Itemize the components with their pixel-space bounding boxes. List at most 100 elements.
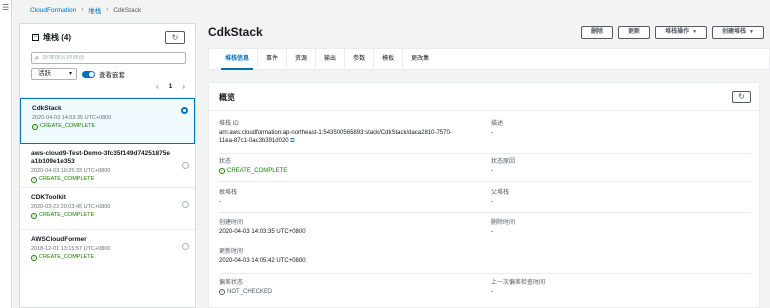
- tab-parameters[interactable]: 参数: [345, 48, 375, 70]
- success-icon: ✓: [32, 123, 38, 130]
- tab-events[interactable]: 事件: [258, 48, 288, 70]
- stack-status: ✓ CREATE_COMPLETE: [31, 176, 195, 183]
- stack-status-text: CREATE_COMPLETE: [40, 123, 96, 129]
- stack-status-text: CREATE_COMPLETE: [39, 212, 95, 218]
- previous-page-icon[interactable]: ‹: [156, 82, 159, 91]
- description-label: 描述: [491, 121, 504, 127]
- delete-button[interactable]: 删除: [581, 26, 614, 39]
- last-drift-check-value: -: [491, 289, 493, 295]
- stack-list-item[interactable]: aws-cloud9-Test-Demo-3fc35f149d74251875e…: [20, 144, 195, 188]
- refresh-overview-button[interactable]: ↻: [732, 91, 751, 103]
- stack-search-input[interactable]: [41, 55, 180, 61]
- drift-status-value: − NOT_CHECKED: [219, 288, 272, 296]
- stack-id-value[interactable]: arn:aws:cloudformation:ap-northeast-1:54…: [219, 129, 489, 145]
- caret-down-icon: ▼: [749, 29, 754, 35]
- created-time-field: 创建时间 2020-04-03 14:03:35 UTC+0800: [219, 219, 306, 236]
- page-title: CdkStack: [208, 25, 263, 39]
- overview-title: 概览: [219, 93, 235, 102]
- chevron-down-icon: ▾: [68, 71, 72, 77]
- stack-actions-dropdown[interactable]: 堆栈操作 ▼: [655, 26, 708, 39]
- external-link-icon[interactable]: ⧉: [290, 138, 294, 144]
- stacks-panel-header: − 堆栈 (4) ↻ ⌕ 活跃 ▾ 查看嵌套 ‹ 1 ›: [20, 24, 195, 98]
- chevron-right-icon: ›: [106, 7, 109, 13]
- caret-down-icon: ▼: [692, 29, 698, 35]
- stack-radio[interactable]: [182, 201, 189, 208]
- deleted-time-field: 删除时间 -: [491, 219, 515, 236]
- stacks-count-title: 堆栈 (4): [43, 33, 71, 42]
- stack-status: ✓ CREATE_COMPLETE: [31, 254, 195, 261]
- status-value-text: CREATE_COMPLETE: [227, 168, 288, 174]
- stack-detail-tabs: 堆栈信息 事件 资源 输出 参数 模板 更改集: [208, 48, 770, 70]
- refresh-icon: ↻: [171, 33, 179, 42]
- menu-icon[interactable]: ☰: [2, 4, 9, 12]
- drift-status-text: NOT_CHECKED: [227, 289, 273, 295]
- stack-actions-label: 堆栈操作: [665, 29, 690, 35]
- refresh-icon: ↻: [738, 92, 745, 101]
- updated-time-field: 更新时间 2020-04-03 14:05:42 UTC+0800: [219, 248, 306, 265]
- status-value: ✓ CREATE_COMPLETE: [219, 167, 287, 175]
- stack-name[interactable]: CDKToolkit: [31, 194, 195, 202]
- stack-id-field: 堆栈 ID arn:aws:cloudformation:ap-northeas…: [219, 120, 489, 145]
- success-icon: ✓: [31, 212, 37, 219]
- stack-list-item[interactable]: CDKToolkit 2020-03-23 20:03:45 UTC+0800 …: [20, 188, 195, 230]
- updated-time-value: 2020-04-03 14:05:42 UTC+0800: [219, 258, 306, 264]
- refresh-stacks-button[interactable]: ↻: [165, 31, 185, 44]
- stack-radio-selected[interactable]: [181, 107, 188, 114]
- status-reason-label: 状态原因: [491, 159, 516, 165]
- chevron-right-icon: ›: [81, 7, 84, 13]
- parent-stack-value: -: [491, 199, 493, 205]
- stack-status-filter[interactable]: 活跃 ▾: [31, 68, 77, 80]
- tab-outputs[interactable]: 输出: [316, 48, 346, 70]
- stacks-panel-title: − 堆栈 (4): [32, 32, 71, 43]
- stack-actions-bar: 删除 更新 堆栈操作 ▼ 创建堆栈 ▼: [581, 26, 764, 39]
- stack-name[interactable]: aws-cloud9-Test-Demo-3fc35f149d74251875e…: [31, 150, 195, 166]
- stack-name-line1: aws-cloud9-Test-Demo-3fc35f149d74251875e: [31, 150, 170, 157]
- updated-time-label: 更新时间: [219, 249, 244, 255]
- stack-name[interactable]: CdkStack: [32, 105, 194, 113]
- stack-id-line1: arn:aws:cloudformation:ap-northeast-1:54…: [219, 130, 452, 136]
- parent-stack-label: 父堆栈: [491, 190, 510, 196]
- stack-status-text: CREATE_COMPLETE: [39, 254, 95, 260]
- view-nested-label: 查看嵌套: [99, 72, 125, 79]
- create-stack-dropdown[interactable]: 创建堆栈 ▼: [712, 26, 764, 39]
- breadcrumb-stacks[interactable]: 堆栈: [88, 5, 101, 15]
- next-page-icon[interactable]: ›: [182, 82, 185, 91]
- description-field: 描述 -: [491, 120, 503, 137]
- current-page[interactable]: 1: [169, 83, 173, 90]
- tab-change-sets[interactable]: 更改集: [403, 48, 437, 70]
- update-button[interactable]: 更新: [618, 26, 651, 39]
- stack-list-item[interactable]: AWSCloudFormer 2018-12-01 13:15:57 UTC+0…: [20, 230, 195, 272]
- status-reason-field: 状态原因 -: [491, 158, 515, 175]
- tab-template[interactable]: 模板: [374, 48, 404, 70]
- stack-id-label: 堆栈 ID: [219, 121, 239, 127]
- tab-resources[interactable]: 资源: [287, 48, 317, 70]
- last-drift-check-label: 上一次偏差检查时间: [491, 280, 546, 286]
- pagination: ‹ 1 ›: [156, 82, 185, 91]
- status-label: 状态: [219, 159, 232, 165]
- created-time-label: 创建时间: [219, 220, 244, 226]
- tab-stack-info[interactable]: 堆栈信息: [217, 48, 259, 70]
- collapse-icon[interactable]: −: [32, 34, 39, 41]
- stack-created-date: 2020-04-03 14:03:35 UTC+0800: [32, 115, 112, 121]
- overview-panel: 概览 ↻ 堆栈 ID arn:aws:cloudformation:ap-nor…: [208, 82, 760, 308]
- stack-search-box[interactable]: ⌕: [31, 52, 186, 64]
- filter-value: 活跃: [38, 70, 51, 77]
- stack-list-item[interactable]: CdkStack 2020-04-03 14:03:35 UTC+0800 ✓ …: [20, 98, 195, 144]
- success-icon: ✓: [31, 254, 37, 261]
- side-nav-rail: ☰: [0, 0, 12, 308]
- stack-id-line2: 11ea-87c1-0ac3b391d020: [219, 138, 289, 144]
- status-field: 状态 ✓ CREATE_COMPLETE: [219, 158, 287, 175]
- breadcrumb-cloudformation[interactable]: CloudFormation: [30, 7, 76, 14]
- status-reason-value: -: [491, 168, 493, 174]
- stack-name[interactable]: AWSCloudFormer: [31, 236, 195, 244]
- description-value: -: [491, 130, 493, 136]
- stack-created-date: 2020-04-03 10:25:33 UTC+0800: [31, 168, 111, 174]
- stacks-panel: − 堆栈 (4) ↻ ⌕ 活跃 ▾ 查看嵌套 ‹ 1 › CdkStack 20…: [19, 23, 196, 308]
- stack-status: ✓ CREATE_COMPLETE: [31, 212, 195, 219]
- stack-status: ✓ CREATE_COMPLETE: [32, 123, 194, 130]
- root-stack-value: -: [219, 199, 221, 205]
- stack-radio[interactable]: [182, 243, 189, 250]
- root-stack-field: 根堆栈 -: [219, 189, 237, 206]
- stack-radio[interactable]: [182, 162, 189, 169]
- view-nested-toggle[interactable]: [82, 70, 95, 78]
